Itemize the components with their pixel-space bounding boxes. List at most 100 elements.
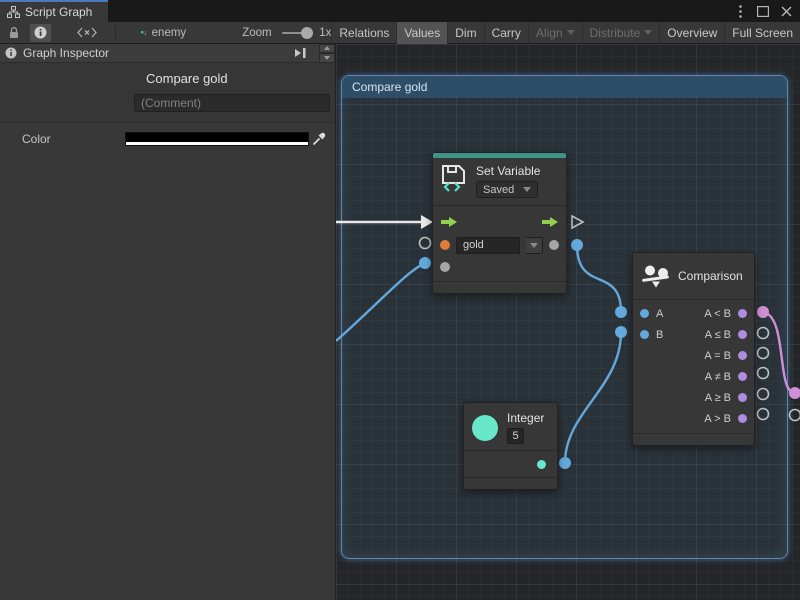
flow-out-port[interactable] — [542, 217, 558, 227]
toggle-relations[interactable]: Relations — [331, 22, 396, 44]
button-overview[interactable]: Overview — [659, 22, 724, 44]
graph-title-field[interactable]: Compare gold — [146, 71, 335, 86]
toggle-dim[interactable]: Dim — [447, 22, 483, 44]
maximize-icon[interactable] — [755, 3, 771, 19]
scroll-up-button[interactable] — [319, 44, 335, 54]
toggle-carry-label: Carry — [492, 26, 521, 40]
output-label: A ≤ B — [705, 329, 731, 341]
script-graph-window: Script Graph — [0, 0, 800, 600]
output-a-eq-b-port[interactable] — [738, 351, 747, 360]
port-ring[interactable] — [758, 368, 769, 379]
tab-script-graph[interactable]: Script Graph — [0, 0, 108, 22]
save-variable-icon — [441, 164, 468, 192]
output-label: A = B — [704, 350, 731, 362]
zoom-slider-handle[interactable] — [301, 27, 313, 39]
endpoint-dot[interactable] — [571, 239, 583, 251]
zoom-slider[interactable] — [282, 32, 310, 34]
wire-integer-to-comparison-b — [565, 332, 621, 463]
output-a-gt-b-port[interactable] — [738, 414, 747, 423]
comment-input[interactable] — [134, 94, 330, 112]
port-ring[interactable] — [758, 348, 769, 359]
wire-to-offscreen-left — [336, 263, 425, 341]
endpoint-dot[interactable] — [419, 257, 431, 269]
node-title: Integer — [507, 411, 544, 425]
eyedropper-button[interactable] — [309, 131, 329, 147]
zoom-value: 1x — [319, 27, 331, 39]
inspector-title: Graph Inspector — [23, 46, 109, 60]
triangle-up-icon — [324, 46, 330, 50]
endpoint-dot[interactable] — [789, 387, 800, 399]
integer-out-port[interactable] — [537, 460, 546, 469]
endpoint-dot[interactable] — [615, 306, 627, 318]
variable-scope-dropdown[interactable]: Saved — [476, 181, 538, 198]
close-icon[interactable] — [778, 3, 794, 19]
port-ring[interactable] — [790, 410, 800, 421]
port-ring[interactable] — [758, 409, 769, 420]
endpoint-dot[interactable] — [757, 306, 769, 318]
menu-align-label: Align — [536, 26, 563, 40]
flow-in-port[interactable] — [441, 217, 457, 227]
output-label: A ≠ B — [705, 371, 731, 383]
input-a-port[interactable] — [640, 309, 649, 318]
integer-value-input[interactable]: 5 — [507, 428, 524, 444]
port-ring[interactable] — [420, 238, 431, 249]
node-title: Set Variable — [476, 164, 540, 178]
chevron-down-icon — [523, 187, 531, 192]
window-menu-icon[interactable] — [732, 3, 748, 19]
info-icon — [5, 47, 17, 59]
graph-hierarchy-icon — [7, 6, 20, 18]
button-full-screen[interactable]: Full Screen — [724, 22, 800, 44]
value-out-port[interactable] — [549, 240, 559, 250]
comparison-header: Comparison — [633, 253, 754, 300]
set-variable-header: Set Variable Saved — [433, 158, 566, 206]
inspector-scrollbar — [319, 44, 335, 63]
toggle-values[interactable]: Values — [396, 22, 447, 44]
port-ring[interactable] — [758, 389, 769, 400]
tab-title: Script Graph — [25, 5, 92, 19]
color-label: Color — [22, 132, 125, 146]
variable-name-dropdown[interactable]: gold — [456, 237, 520, 254]
output-a-lt-b-port[interactable] — [738, 309, 747, 318]
info-icon — [34, 26, 47, 39]
toggle-carry[interactable]: Carry — [484, 22, 528, 44]
node-integer[interactable]: Integer 5 — [463, 402, 558, 490]
integer-literal-icon — [472, 415, 498, 441]
graph-canvas[interactable]: Compare gold — [336, 44, 800, 600]
endpoint-dot[interactable] — [559, 457, 571, 469]
alpha-bar — [126, 142, 308, 145]
node-comparison[interactable]: Comparison A A < B B A ≤ B A = B A ≠ B — [632, 252, 755, 446]
script-graph-asset-icon — [141, 26, 146, 40]
dock-panel-button[interactable] — [294, 47, 308, 59]
output-a-neq-b-port[interactable] — [738, 372, 747, 381]
port-ring[interactable] — [758, 328, 769, 339]
color-swatch[interactable] — [125, 132, 309, 146]
color-row: Color — [0, 131, 335, 147]
chevron-down-icon — [530, 243, 538, 248]
output-a-gte-b-port[interactable] — [738, 393, 747, 402]
tab-bar: Script Graph — [0, 0, 800, 22]
menu-distribute[interactable]: Distribute — [582, 22, 660, 44]
toggle-values-label: Values — [404, 26, 440, 40]
wire-setvar-to-comparison-a — [577, 245, 621, 312]
output-label: A > B — [704, 413, 731, 425]
lock-icon[interactable] — [4, 24, 24, 42]
input-b-port[interactable] — [640, 330, 649, 339]
variable-name-port[interactable] — [440, 240, 450, 250]
info-toggle-button[interactable] — [30, 24, 51, 42]
menu-align[interactable]: Align — [528, 22, 582, 44]
variable-name-caret-button[interactable] — [526, 237, 543, 254]
graph-inspector-panel: Graph Inspector Compare gold Color — [0, 44, 336, 600]
edit-source-icon[interactable] — [73, 24, 101, 42]
node-set-variable[interactable]: Set Variable Saved gold — [432, 152, 567, 294]
output-a-lte-b-port[interactable] — [738, 330, 747, 339]
node-footer — [633, 433, 754, 445]
flow-out-triangle[interactable] — [572, 216, 583, 228]
scroll-down-button[interactable] — [319, 53, 335, 63]
value-in-port[interactable] — [440, 262, 450, 272]
graph-toolbar: enemy Zoom 1x Relations Values Dim Carry… — [0, 22, 800, 44]
toolbar-toggles: Relations Values Dim Carry Align Distrib… — [331, 22, 800, 44]
endpoint-dot[interactable] — [615, 326, 627, 338]
graph-inspector-header: Graph Inspector — [0, 44, 335, 63]
graph-name-label: enemy — [152, 27, 187, 39]
integer-body — [464, 451, 557, 477]
